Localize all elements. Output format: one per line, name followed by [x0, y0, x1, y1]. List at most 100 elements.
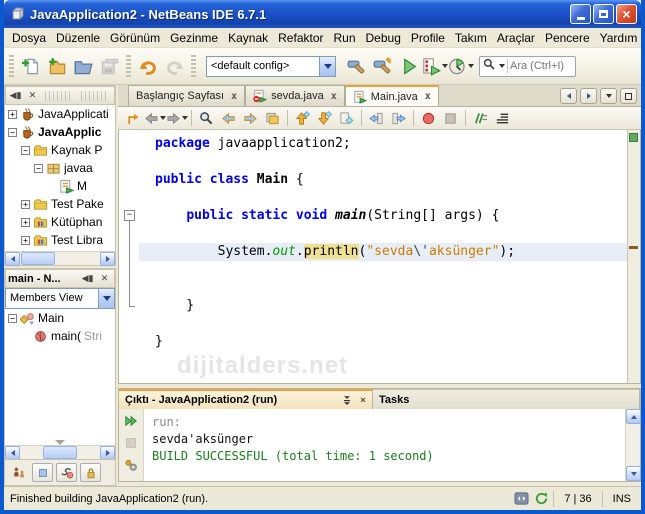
occurrence-mark-icon[interactable] [629, 246, 638, 249]
profile-button[interactable] [448, 53, 474, 79]
scrollbar-track[interactable] [78, 446, 100, 459]
tree-expander-icon[interactable]: − [34, 163, 43, 173]
toggle-bookmark-button[interactable] [336, 109, 357, 128]
menu-run[interactable]: Run [329, 29, 361, 47]
tree-expander-icon[interactable]: + [21, 199, 30, 209]
toggle-highlight-button[interactable] [262, 109, 283, 128]
close-button[interactable]: × [616, 4, 637, 24]
config-combobox[interactable]: <default config> [206, 55, 336, 77]
show-fields-button[interactable] [32, 463, 53, 482]
output-tab--kt-javaapplication2-run-[interactable]: Çıktı - JavaApplication2 (run) × [119, 389, 373, 409]
minimize-panel-icon[interactable]: ◀▮ [80, 272, 95, 286]
find-previous-button[interactable] [218, 109, 239, 128]
projects-panel-header[interactable]: ◀▮ ✕ [5, 86, 115, 105]
menu-refaktor[interactable]: Refaktor [273, 29, 328, 47]
rerun-button[interactable] [122, 412, 141, 430]
projects-tree[interactable]: + JavaApplicati − JavaApplic − Kaynak P − javaa… [5, 105, 115, 251]
navigator-view-combobox[interactable]: Members View [5, 288, 115, 309]
tab-list-dropdown-button[interactable] [600, 88, 617, 104]
toolbar-grip[interactable] [191, 55, 196, 77]
menu-pencere[interactable]: Pencere [540, 29, 595, 47]
tree-expander-icon[interactable]: + [8, 109, 17, 119]
minimize-button[interactable] [570, 4, 591, 24]
menu-yardım[interactable]: Yardım [595, 29, 641, 47]
output-console[interactable]: run: sevda'aksünger BUILD SUCCESSFUL (tota… [144, 409, 625, 481]
new-file-button[interactable] [18, 53, 44, 79]
record-macro-button[interactable] [418, 109, 439, 128]
fold-margin[interactable]: − [119, 130, 139, 383]
close-panel-icon[interactable]: ✕ [97, 272, 112, 286]
code-area[interactable]: package javaapplication2; public class M… [139, 130, 627, 383]
minimize-panel-icon[interactable]: ◀▮ [8, 89, 23, 103]
tab-sevda-java[interactable]: sevda.java x [245, 85, 345, 106]
close-tab-icon[interactable]: x [331, 91, 337, 102]
debug-button[interactable] [422, 53, 448, 79]
toolbar-grip[interactable] [9, 55, 14, 77]
close-panel-icon[interactable]: ✕ [25, 89, 40, 103]
output-tab-tasks[interactable]: Tasks [373, 389, 640, 409]
maximize-editor-button[interactable] [620, 88, 637, 104]
navigator-panel-header[interactable]: main - N... ◀▮ ✕ [5, 269, 115, 288]
redo-button[interactable] [161, 53, 187, 79]
scrollbar-thumb[interactable] [21, 252, 55, 265]
quick-search-box[interactable] [479, 55, 576, 77]
tree-expander-icon[interactable]: − [21, 145, 30, 155]
scroll-right-button[interactable] [100, 446, 115, 460]
scrollbar-track[interactable] [20, 446, 42, 459]
previous-bookmark-button[interactable] [292, 109, 313, 128]
chevron-down-icon[interactable] [468, 64, 474, 68]
navigator-tree[interactable]: − Main main(Stri [5, 309, 115, 445]
search-input[interactable] [510, 60, 570, 72]
build-button[interactable] [343, 53, 369, 79]
find-button[interactable] [196, 109, 217, 128]
combobox-dropdown-button[interactable] [319, 56, 335, 76]
maximize-button[interactable] [593, 4, 614, 24]
undo-button[interactable] [135, 53, 161, 79]
scroll-right-button[interactable] [100, 252, 115, 266]
run-button[interactable] [396, 53, 422, 79]
tree-expander-icon[interactable]: + [21, 235, 30, 245]
uncomment-button[interactable] [492, 109, 513, 128]
scanning-refresh-icon[interactable] [533, 491, 550, 507]
shift-line-left-button[interactable] [366, 109, 387, 128]
projects-horizontal-scrollbar[interactable] [5, 251, 115, 266]
scrollbar-track[interactable] [626, 424, 640, 466]
close-tab-icon[interactable]: x [231, 91, 237, 102]
code-editor[interactable]: − package javaapplication2; public class… [118, 130, 641, 384]
menu-araçlar[interactable]: Araçlar [492, 29, 540, 47]
next-bookmark-button[interactable] [314, 109, 335, 128]
chevron-down-icon[interactable] [181, 116, 188, 120]
fold-collapse-icon[interactable]: − [124, 210, 135, 221]
output-vertical-scrollbar[interactable] [625, 409, 641, 481]
scroll-tabs-left-button[interactable] [560, 88, 577, 104]
tree-expander-icon[interactable]: − [8, 313, 17, 323]
tree-item-kaynak-p[interactable]: − Kaynak P [5, 141, 115, 159]
tree-item-m[interactable]: M [5, 177, 115, 195]
forward-button[interactable] [166, 109, 188, 128]
splitter-handle-icon[interactable] [55, 440, 65, 445]
tree-item-main-[interactable]: main(Stri [5, 327, 115, 345]
menu-düzenle[interactable]: Düzenle [51, 29, 105, 47]
tree-expander-icon[interactable]: + [21, 217, 30, 227]
tree-item-k-t-phan[interactable]: + Kütüphan [5, 213, 115, 231]
navigator-horizontal-scrollbar[interactable] [5, 445, 115, 460]
menu-debug[interactable]: Debug [361, 29, 406, 47]
combobox-dropdown-button[interactable] [98, 289, 114, 308]
scroll-left-button[interactable] [5, 446, 20, 460]
tree-item-test-libra[interactable]: + Test Libra [5, 231, 115, 249]
scrollbar-thumb[interactable] [43, 446, 77, 459]
tree-item-javaapplicati[interactable]: + JavaApplicati [5, 105, 115, 123]
close-tab-icon[interactable]: x [425, 91, 431, 102]
tree-item-javaapplic[interactable]: − JavaApplic [5, 123, 115, 141]
stop-button[interactable] [122, 434, 141, 452]
open-project-button[interactable] [70, 53, 96, 79]
chevron-down-icon[interactable] [499, 64, 505, 68]
find-next-button[interactable] [240, 109, 261, 128]
back-button[interactable] [144, 109, 166, 128]
scroll-left-button[interactable] [5, 252, 20, 266]
last-edit-location-button[interactable] [122, 109, 143, 128]
menu-kaynak[interactable]: Kaynak [223, 29, 273, 47]
save-all-button[interactable] [96, 53, 122, 79]
run-macro-button[interactable] [440, 109, 461, 128]
menu-gezinme[interactable]: Gezinme [165, 29, 223, 47]
